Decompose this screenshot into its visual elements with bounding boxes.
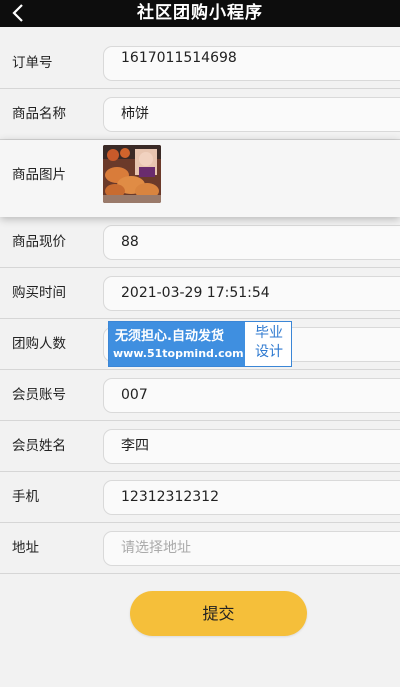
group-count-label: 团购人数 — [12, 336, 66, 352]
product-image[interactable] — [103, 145, 161, 203]
member-account-label: 会员账号 — [12, 387, 66, 403]
watermark-line2: www.51topmind.com — [113, 347, 244, 360]
product-image-label: 商品图片 — [12, 167, 66, 183]
price-field[interactable]: 88 — [103, 225, 400, 260]
product-name-label: 商品名称 — [12, 106, 66, 122]
phone-field[interactable]: 12312312312 — [103, 480, 400, 515]
top-bar: 社区团购小程序 — [0, 0, 400, 27]
order-no-label: 订单号 — [12, 55, 53, 71]
purchase-time-field[interactable]: 2021-03-29 17:51:54 — [103, 276, 400, 311]
watermark-line1: 无须担心.自动发货 — [115, 329, 224, 344]
phone-label: 手机 — [12, 489, 39, 505]
watermark-left: 无须担心.自动发货 www.51topmind.com — [109, 322, 245, 366]
product-image-row: 商品图片 — [0, 140, 400, 217]
order-no-row: 订单号 1617011514698 — [0, 38, 400, 89]
watermark-right2: 设计 — [255, 344, 283, 360]
address-row: 地址 请选择地址 — [0, 523, 400, 574]
watermark-right1: 毕业 — [255, 325, 283, 341]
watermark-right: 毕业 设计 — [247, 324, 291, 364]
product-name-field[interactable]: 柿饼 — [103, 97, 400, 132]
address-label: 地址 — [12, 540, 39, 556]
member-name-row: 会员姓名 李四 — [0, 421, 400, 472]
price-row: 商品现价 88 — [0, 217, 400, 268]
member-account-row: 会员账号 007 — [0, 370, 400, 421]
submit-button[interactable]: 提交 — [130, 591, 307, 636]
member-name-field[interactable]: 李四 — [103, 429, 400, 464]
purchase-time-row: 购买时间 2021-03-29 17:51:54 — [0, 268, 400, 319]
price-label: 商品现价 — [12, 234, 66, 250]
purchase-time-label: 购买时间 — [12, 285, 66, 301]
phone-row: 手机 12312312312 — [0, 472, 400, 523]
page-title: 社区团购小程序 — [137, 3, 263, 23]
order-no-field[interactable]: 1617011514698 — [103, 46, 400, 81]
order-form: 订单号 1617011514698 商品名称 柿饼 商品图片 商品现价 88 购… — [0, 38, 400, 574]
member-account-field[interactable]: 007 — [103, 378, 400, 413]
member-name-label: 会员姓名 — [12, 438, 66, 454]
address-field[interactable]: 请选择地址 — [103, 531, 400, 566]
product-name-row: 商品名称 柿饼 — [0, 89, 400, 140]
watermark-banner: 无须担心.自动发货 www.51topmind.com 毕业 设计 — [108, 321, 292, 367]
